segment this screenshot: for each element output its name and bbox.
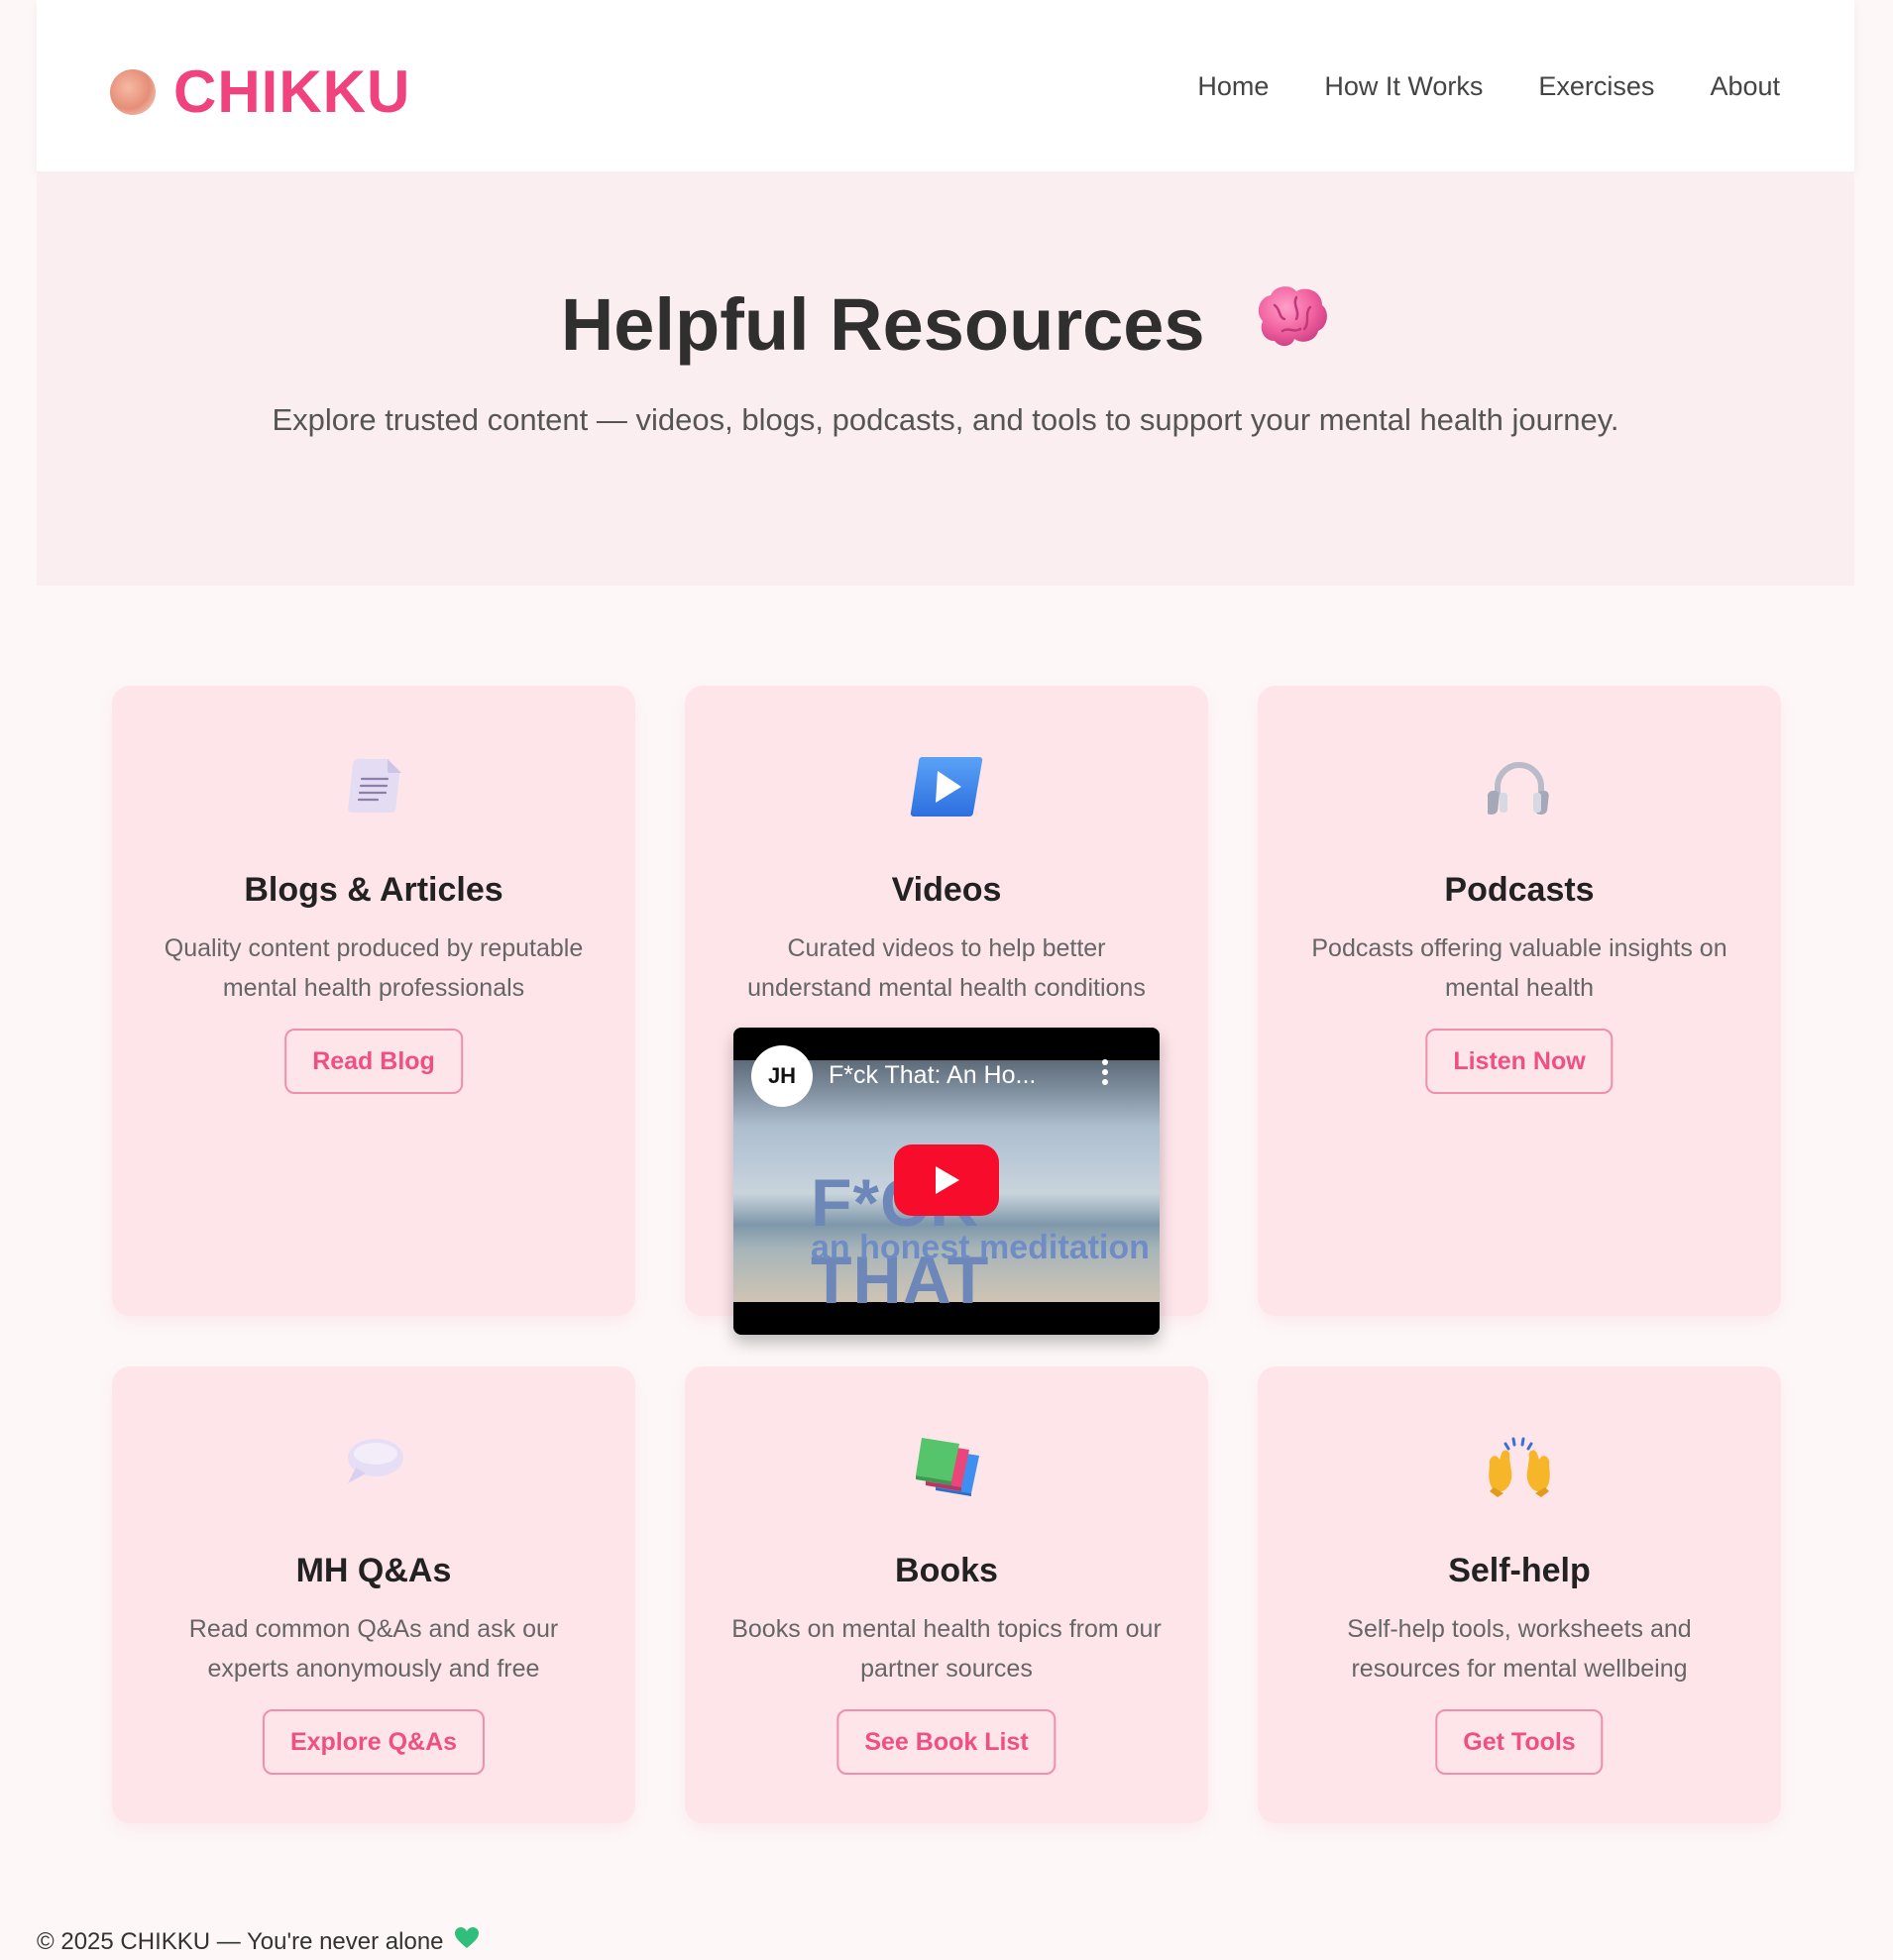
speech-bubble-icon — [112, 1436, 635, 1505]
green-heart-icon — [454, 1926, 480, 1957]
card-description: Books on mental health topics from our p… — [731, 1615, 1162, 1683]
video-thumbnail-subtitle: an honest meditation — [811, 1229, 1150, 1266]
page-title-text: Helpful Resources — [560, 283, 1205, 366]
card-title: Self-help — [1448, 1552, 1591, 1589]
get-tools-button[interactable]: Get Tools — [1435, 1709, 1604, 1775]
brain-icon — [1253, 283, 1330, 368]
nav-how-it-works[interactable]: How It Works — [1324, 71, 1483, 102]
card-title: Books — [895, 1552, 998, 1589]
card-books: Books Books on mental health topics from… — [685, 1366, 1208, 1823]
read-blog-button[interactable]: Read Blog — [284, 1029, 463, 1094]
nav-home[interactable]: Home — [1197, 71, 1269, 102]
card-description: Read common Q&As and ask our experts ano… — [188, 1615, 559, 1683]
raised-hands-icon — [1258, 1436, 1781, 1505]
books-icon — [685, 1436, 1208, 1505]
card-title: Videos — [891, 871, 1002, 909]
document-icon — [112, 755, 635, 824]
nav-exercises[interactable]: Exercises — [1538, 71, 1654, 102]
hero-section: Helpful Resources Explore trusted conten… — [37, 171, 1854, 586]
channel-avatar[interactable]: JH — [751, 1045, 813, 1107]
card-title: Podcasts — [1444, 871, 1595, 909]
page-subtitle: Explore trusted content — videos, blogs,… — [272, 402, 1619, 437]
card-self-help: Self-help Self-help tools, worksheets an… — [1258, 1366, 1781, 1823]
card-description: Curated videos to help better understand… — [747, 934, 1146, 1002]
nav-about[interactable]: About — [1710, 71, 1780, 102]
video-title[interactable]: F*ck That: An Ho... — [829, 1061, 1036, 1090]
card-qas: MH Q&As Read common Q&As and ask our exp… — [112, 1366, 635, 1823]
card-podcasts: Podcasts Podcasts offering valuable insi… — [1258, 686, 1781, 1316]
video-player[interactable]: F*CK THAT an honest meditation JH F*ck T… — [733, 1028, 1160, 1335]
card-description: Quality content produced by reputable me… — [164, 934, 584, 1002]
card-blogs: Blogs & Articles Quality content produce… — [112, 686, 635, 1316]
page-title: Helpful Resources — [37, 282, 1854, 368]
main-nav: Home How It Works Exercises About — [1197, 71, 1780, 102]
brain-logo-icon — [110, 68, 156, 115]
card-description: Podcasts offering valuable insights on m… — [1311, 934, 1727, 1002]
brand-name: CHIKKU — [173, 58, 411, 125]
card-title: Blogs & Articles — [244, 871, 503, 909]
site-footer: © 2025 CHIKKU — You're never alone — [37, 1926, 480, 1957]
headphones-icon — [1258, 755, 1781, 824]
explore-qas-button[interactable]: Explore Q&As — [262, 1709, 486, 1775]
site-header: CHIKKU Home How It Works Exercises About — [37, 0, 1854, 171]
footer-text: © 2025 CHIKKU — You're never alone — [37, 1927, 444, 1955]
more-options-icon[interactable] — [1098, 1057, 1112, 1092]
card-title: MH Q&As — [295, 1552, 452, 1589]
card-description: Self-help tools, worksheets and resource… — [1347, 1615, 1692, 1683]
logo[interactable]: CHIKKU — [110, 57, 410, 126]
play-icon — [685, 755, 1208, 824]
listen-now-button[interactable]: Listen Now — [1425, 1029, 1614, 1094]
see-book-list-button[interactable]: See Book List — [836, 1709, 1057, 1775]
play-triangle-icon — [936, 1166, 959, 1194]
play-button[interactable] — [894, 1144, 999, 1216]
